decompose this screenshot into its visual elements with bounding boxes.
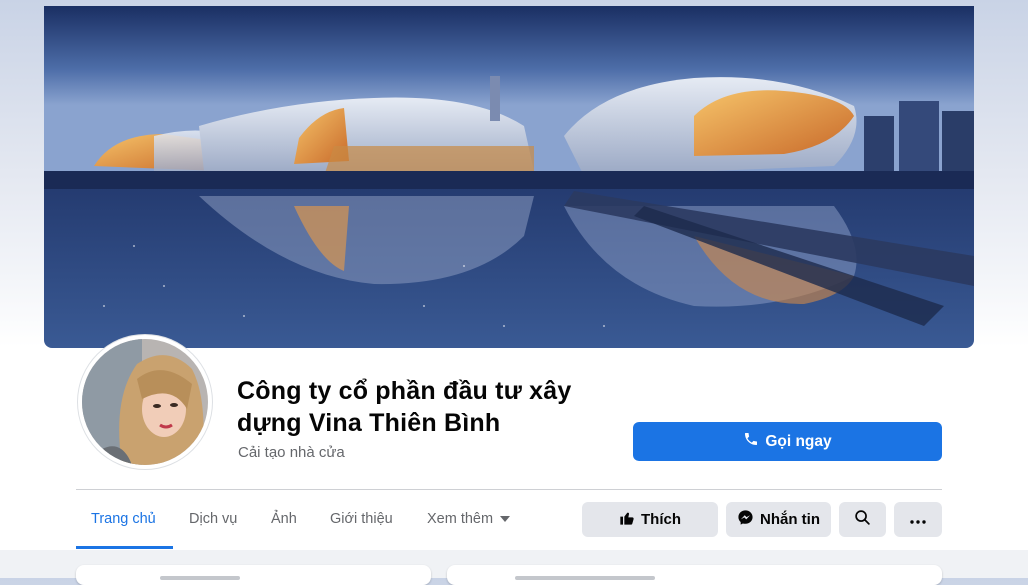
tab-home[interactable]: Trang chủ [91, 490, 156, 548]
post-composer-input [515, 576, 655, 580]
messenger-icon [737, 509, 754, 530]
like-button[interactable]: Thích [582, 502, 718, 537]
tab-about-label: Giới thiệu [330, 511, 393, 527]
cover-photo[interactable] [44, 6, 974, 348]
tab-see-more-label: Xem thêm [427, 511, 494, 527]
call-now-label: Gọi ngay [765, 432, 832, 450]
tab-home-label: Trang chủ [91, 511, 156, 527]
call-now-button[interactable]: Gọi ngay [633, 422, 942, 461]
tab-services-label: Dịch vụ [189, 511, 238, 527]
thumbs-up-icon [619, 510, 635, 530]
more-options-button[interactable] [894, 502, 942, 537]
more-dots-icon [910, 511, 926, 528]
tab-see-more[interactable]: Xem thêm [427, 490, 511, 548]
tab-photos[interactable]: Ảnh [271, 490, 297, 548]
page-category[interactable]: Cải tạo nhà cửa [238, 444, 345, 461]
intro-card [76, 565, 431, 585]
intro-card-heading [160, 576, 240, 580]
message-label: Nhắn tin [760, 511, 820, 528]
page-title: Công ty cổ phần đầu tư xây dựng Vina Thi… [237, 377, 572, 437]
caret-down-icon [499, 511, 511, 527]
active-tab-indicator [76, 546, 173, 549]
search-icon [854, 509, 871, 530]
post-composer-card [447, 565, 942, 585]
tab-about[interactable]: Giới thiệu [330, 490, 393, 548]
like-label: Thích [641, 511, 681, 528]
tab-services[interactable]: Dịch vụ [189, 490, 237, 548]
tab-photos-label: Ảnh [271, 511, 297, 527]
message-button[interactable]: Nhắn tin [726, 502, 831, 537]
phone-icon [743, 431, 759, 452]
profile-avatar[interactable] [78, 335, 212, 469]
search-button[interactable] [839, 502, 886, 537]
